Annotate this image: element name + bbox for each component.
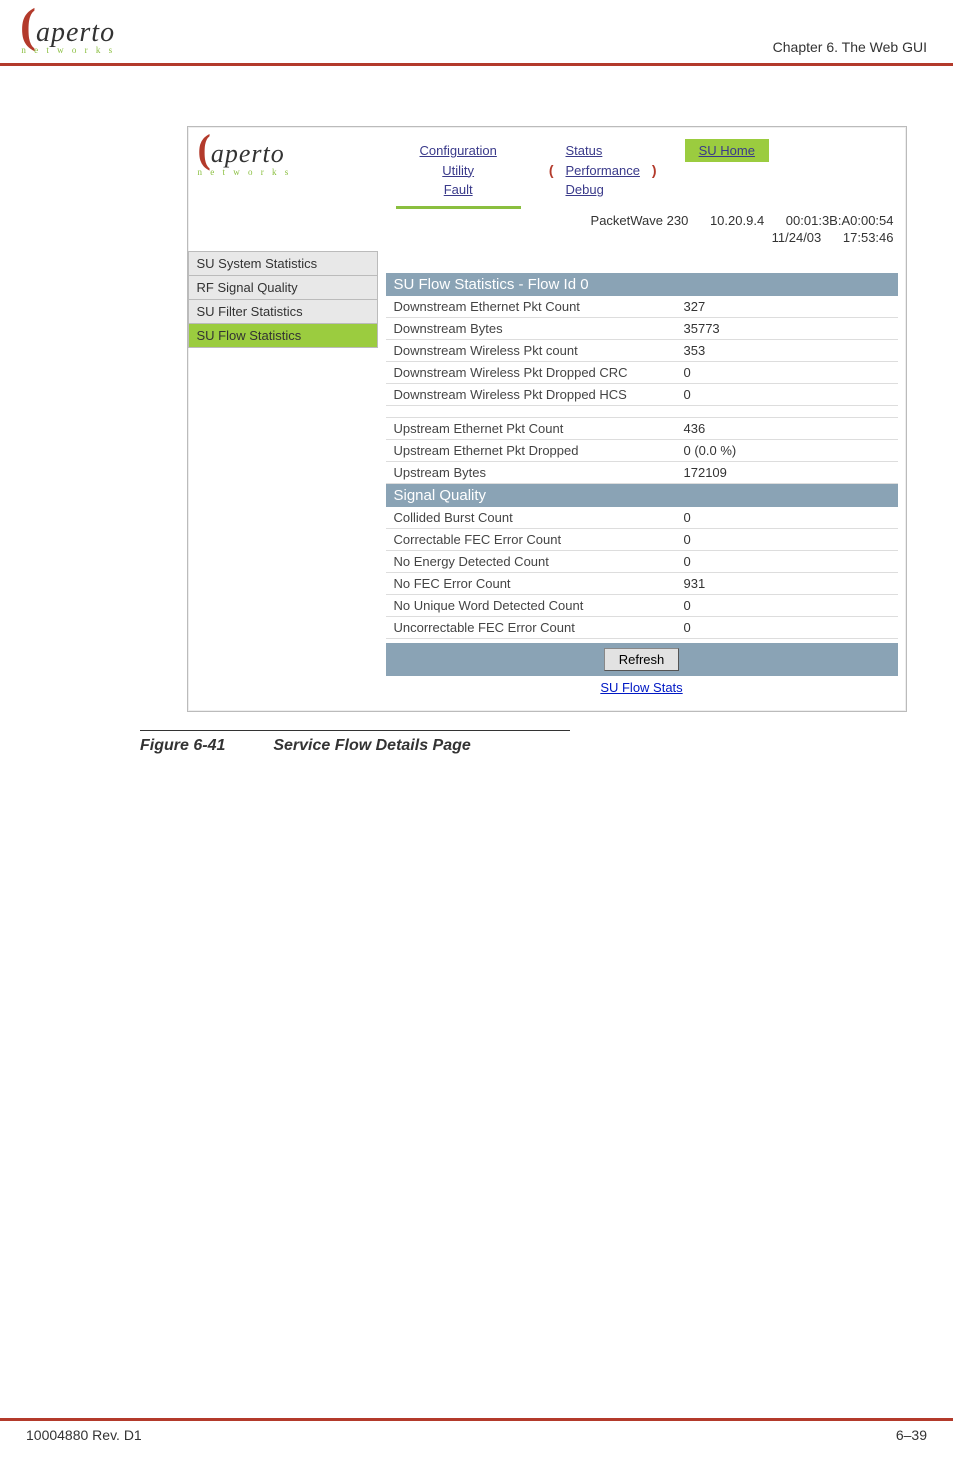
row-value: 327 (684, 299, 898, 314)
row-value: 931 (684, 576, 898, 591)
table-row: No Unique Word Detected Count0 (386, 595, 898, 617)
gui-logo-word: aperto (211, 139, 285, 168)
refresh-bar: Refresh (386, 643, 898, 676)
gui-logo: (aperto n e t w o r k s (198, 137, 368, 178)
meta-date: 11/24/03 (772, 230, 822, 245)
refresh-button[interactable]: Refresh (604, 648, 680, 671)
footer-revision: 10004880 Rev. D1 (26, 1427, 142, 1443)
figure-number: Figure 6-41 (140, 737, 225, 755)
row-value: 0 (684, 532, 898, 547)
meta-time: 17:53:46 (843, 230, 894, 245)
row-label: No Energy Detected Count (394, 554, 684, 569)
side-tab-rf-signal[interactable]: RF Signal Quality (188, 276, 378, 300)
menu-link-configuration[interactable]: Configuration (420, 141, 497, 161)
doc-brand-logo: (aperto n e t w o r k s (20, 12, 115, 55)
figure-title: Service Flow Details Page (273, 737, 470, 755)
row-label: Collided Burst Count (394, 510, 684, 525)
menu-link-status[interactable]: Status (566, 141, 640, 161)
row-label: Upstream Ethernet Pkt Dropped (394, 443, 684, 458)
gui-screenshot: (aperto n e t w o r k s Configuration Ut… (187, 126, 907, 712)
meta-mac: 00:01:3B:A0:00:54 (786, 213, 894, 228)
gui-meta-line1: PacketWave 230 10.20.9.4 00:01:3B:A0:00:… (188, 209, 906, 230)
table-row: Downstream Wireless Pkt count353 (386, 340, 898, 362)
su-home-button[interactable]: SU Home (685, 139, 769, 162)
spacer-row (386, 406, 898, 418)
side-tabs: SU System Statistics RF Signal Quality S… (188, 251, 378, 348)
lens-right-icon: ) (652, 162, 657, 178)
row-value: 0 (684, 387, 898, 402)
table-row: Downstream Wireless Pkt Dropped HCS0 (386, 384, 898, 406)
row-label: Uncorrectable FEC Error Count (394, 620, 684, 635)
doc-brand-word: aperto (36, 17, 115, 48)
row-label: No Unique Word Detected Count (394, 598, 684, 613)
page-footer: 10004880 Rev. D1 6–39 (0, 1418, 953, 1443)
row-label: Downstream Wireless Pkt count (394, 343, 684, 358)
side-tab-system-stats[interactable]: SU System Statistics (188, 251, 378, 276)
row-label: Downstream Wireless Pkt Dropped CRC (394, 365, 684, 380)
back-link-row: SU Flow Stats (386, 676, 898, 699)
page-header: (aperto n e t w o r k s Chapter 6. The W… (0, 0, 953, 66)
row-label: Downstream Ethernet Pkt Count (394, 299, 684, 314)
row-value: 353 (684, 343, 898, 358)
row-value: 0 (684, 598, 898, 613)
table-row: Upstream Ethernet Pkt Count436 (386, 418, 898, 440)
table-row: Downstream Bytes35773 (386, 318, 898, 340)
menu-link-debug[interactable]: Debug (566, 180, 640, 200)
table-row: Collided Burst Count0 (386, 507, 898, 529)
row-label: Downstream Wireless Pkt Dropped HCS (394, 387, 684, 402)
table-row: Correctable FEC Error Count0 (386, 529, 898, 551)
content-area: SU Flow Statistics - Flow Id 0 Downstrea… (378, 247, 906, 699)
row-label: Upstream Bytes (394, 465, 684, 480)
chapter-label: Chapter 6. The Web GUI (773, 39, 927, 55)
side-tab-flow-stats[interactable]: SU Flow Statistics (188, 324, 378, 348)
footer-page-number: 6–39 (896, 1427, 927, 1443)
table-row: No FEC Error Count931 (386, 573, 898, 595)
row-label: No FEC Error Count (394, 576, 684, 591)
section-title-signal: Signal Quality (386, 484, 898, 507)
menu-col-config: Configuration Utility Fault (396, 137, 521, 209)
menu-link-utility[interactable]: Utility (420, 161, 497, 181)
row-label: Downstream Bytes (394, 321, 684, 336)
side-tab-filter-stats[interactable]: SU Filter Statistics (188, 300, 378, 324)
lens-left-icon: ( (549, 162, 554, 178)
table-row: No Energy Detected Count0 (386, 551, 898, 573)
gui-logo-sub: n e t w o r k s (198, 167, 292, 177)
gui-logo-paren-icon: ( (198, 126, 211, 171)
doc-brand-sub: n e t w o r k s (20, 45, 115, 55)
menu-link-fault[interactable]: Fault (420, 180, 497, 200)
gui-top-nav: (aperto n e t w o r k s Configuration Ut… (188, 127, 906, 209)
row-value: 436 (684, 421, 898, 436)
meta-model: PacketWave 230 (591, 213, 689, 228)
row-value: 0 (684, 365, 898, 380)
table-row: Upstream Bytes172109 (386, 462, 898, 484)
table-row: Downstream Wireless Pkt Dropped CRC0 (386, 362, 898, 384)
row-value: 0 (684, 554, 898, 569)
table-row: Uncorrectable FEC Error Count0 (386, 617, 898, 639)
figure-caption: Figure 6-41 Service Flow Details Page (0, 737, 953, 755)
menu-link-performance[interactable]: Performance (566, 161, 640, 181)
gui-meta-line2: 11/24/03 17:53:46 (188, 230, 906, 247)
table-row: Downstream Ethernet Pkt Count327 (386, 296, 898, 318)
figure-rule (140, 730, 570, 731)
meta-ip: 10.20.9.4 (710, 213, 764, 228)
menu-col-status-wrap: ( Status Performance Debug ) (549, 137, 657, 204)
row-value: 172109 (684, 465, 898, 480)
row-value: 0 (0.0 %) (684, 443, 898, 458)
row-label: Correctable FEC Error Count (394, 532, 684, 547)
section-title-flow: SU Flow Statistics - Flow Id 0 (386, 273, 898, 296)
row-label: Upstream Ethernet Pkt Count (394, 421, 684, 436)
table-row: Upstream Ethernet Pkt Dropped0 (0.0 %) (386, 440, 898, 462)
row-value: 0 (684, 510, 898, 525)
row-value: 0 (684, 620, 898, 635)
row-value: 35773 (684, 321, 898, 336)
su-flow-stats-link[interactable]: SU Flow Stats (600, 680, 682, 695)
